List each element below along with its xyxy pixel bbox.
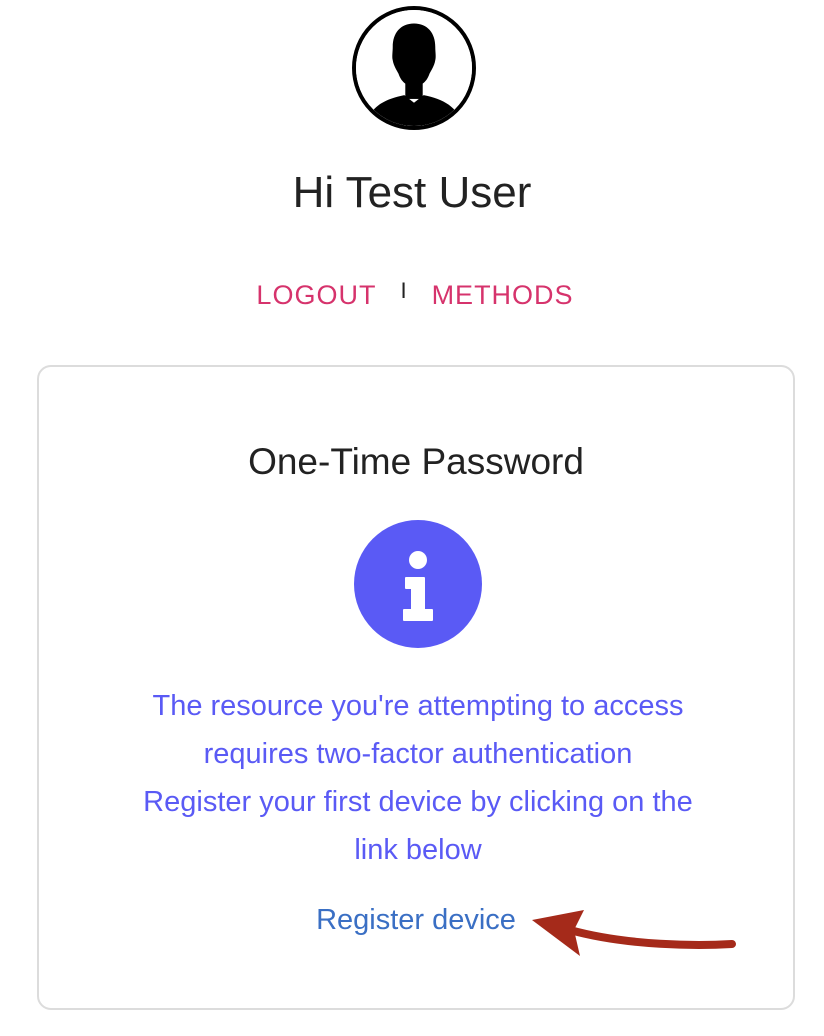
methods-link[interactable]: METHODS — [432, 280, 574, 310]
register-device-link-text[interactable]: Register device — [316, 904, 516, 936]
greeting-heading: Hi Test User — [292, 168, 532, 217]
nav-separator: I — [400, 278, 408, 303]
card-title: One-Time Password — [248, 441, 584, 482]
message-line: Register your first device by clicking o… — [143, 786, 693, 818]
message-line: link below — [354, 834, 482, 866]
avatar — [352, 6, 476, 130]
logout-link[interactable]: LOGOUT — [256, 280, 376, 310]
info-icon — [354, 520, 482, 648]
red-arrow-icon — [532, 910, 736, 956]
auth-message: The resource you're attempting to access… — [79, 682, 757, 874]
user-silhouette-icon — [356, 10, 472, 126]
message-line: The resource you're attempting to access — [152, 690, 684, 722]
nav-links: LOGOUT I METHODS — [0, 278, 824, 311]
page: Hi Test User LOGOUT I METHODS One-Time Pas… — [0, 0, 824, 1036]
message-line: requires two-factor authentication — [203, 738, 633, 770]
